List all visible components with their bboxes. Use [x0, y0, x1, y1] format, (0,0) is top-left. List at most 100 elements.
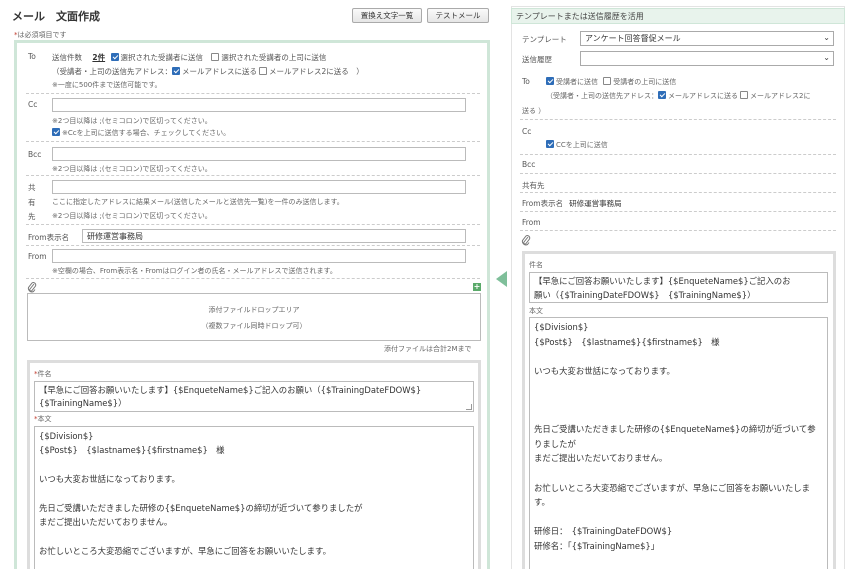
to-note: ※一度に500件まで送信可能です。 — [52, 81, 162, 89]
to-row: 送信件数 2件 選択された受講者に送信 選択された受講者の上司に送信 — [52, 52, 326, 63]
right-to-opt1-checkbox[interactable] — [546, 77, 554, 85]
body-line: お忙しいところ大変恐縮でございますが、早急にご回答をお願いいたします。 — [39, 546, 331, 557]
resize-grip-icon[interactable] — [466, 404, 472, 410]
addr-prefix: （受講者・上司の送信先アドレス： — [52, 67, 172, 76]
subject-label: *件名 — [34, 370, 52, 378]
attachment-limit: 添付ファイルは合計2Mまで — [384, 345, 472, 353]
right-addr1-checkbox[interactable] — [658, 91, 666, 99]
shared-note-1: ここに指定したアドレスに結果メール(送信したメールと送信先一覧)を一件のみ送信し… — [52, 198, 344, 206]
cc-boss-checkbox[interactable] — [52, 128, 60, 136]
right-body-line — [534, 393, 823, 408]
template-select-value: アンケート回答督促メール — [585, 34, 681, 43]
right-to-opt1-label: 受講者に送信 — [556, 78, 598, 86]
right-addr1-label: メールアドレスに送る — [668, 92, 738, 100]
template-select[interactable]: アンケート回答督促メール ⌄ — [580, 31, 834, 46]
divider — [520, 230, 836, 231]
addr2-checkbox[interactable] — [259, 67, 267, 75]
right-body-line: 先日ご受講いただきました研修の{$EnqueteName$}の締切が近づいて参り… — [534, 424, 816, 449]
divider — [26, 175, 480, 176]
shared-input[interactable] — [52, 180, 466, 194]
divider — [520, 192, 836, 193]
right-from-name-label: From表示名 — [522, 199, 564, 208]
divider — [26, 245, 480, 246]
right-cc-checkbox[interactable] — [546, 140, 554, 148]
right-from-name-value: 研修運営事務局 — [569, 199, 622, 208]
right-subject-label: 件名 — [529, 261, 543, 269]
send-count-label: 送信件数 — [52, 53, 82, 62]
chevron-down-icon: ⌄ — [823, 53, 830, 62]
send-boss-label: 選択された受講者の上司に送信 — [221, 53, 327, 62]
shared-label-2: 有 — [28, 198, 36, 207]
right-body-line — [534, 510, 823, 525]
body-line — [39, 458, 469, 472]
right-subject-line-1: 【早急にご回答お願いいたします】{$EnqueteName$}ご記入のお — [534, 276, 791, 286]
addr1-label: メールアドレスに送る — [182, 67, 257, 76]
send-selected-checkbox[interactable] — [110, 53, 119, 61]
right-body-label: 本文 — [529, 307, 543, 315]
divider — [520, 173, 836, 174]
from-note: ※空欄の場合、From表示名・Fromはログイン者の氏名・メールアドレスで送信さ… — [52, 267, 337, 275]
to-addr-row: （受講者・上司の送信先アドレス： メールアドレスに送る メールアドレス2に送る ） — [52, 66, 364, 77]
body-line: {$Division$} — [39, 431, 94, 441]
cc-input[interactable] — [52, 98, 466, 112]
divider — [26, 224, 480, 225]
right-subject-line-2: 願い（{$TrainingDateFDOW$} {$TrainingName$}… — [534, 290, 756, 300]
add-attachment-icon[interactable]: + — [473, 283, 481, 291]
shared-label-1: 共 — [28, 183, 36, 192]
drop-area-subtext: （複数ファイル同時ドロップ可） — [201, 322, 307, 330]
divider — [520, 154, 836, 155]
attachment-drop-area[interactable]: 添付ファイルドロップエリア （複数ファイル同時ドロップ可） — [27, 293, 481, 341]
subject-input[interactable]: 【早急にご回答お願いいたします】{$EnqueteName$}ご記入のお願い（{… — [34, 381, 474, 412]
from-name-input[interactable]: 研修運営事務局 — [82, 229, 466, 243]
right-addr2-checkbox[interactable] — [740, 91, 748, 99]
addr1-checkbox[interactable] — [172, 67, 180, 75]
body-label: *本文 — [34, 415, 52, 423]
right-body-line: まだご提出いただいておりません。 — [534, 453, 668, 464]
send-boss-checkbox[interactable] — [211, 53, 220, 61]
divider — [520, 119, 836, 120]
right-subject-box: 【早急にご回答お願いいたします】{$EnqueteName$}ご記入のお 願い（… — [529, 272, 828, 303]
right-body-line: お忙しいところ大変恐縮でございますが、早急にご回答をお願いいたします。 — [534, 482, 811, 508]
from-input[interactable] — [52, 249, 466, 263]
right-cc-check-label: CCを上司に送信 — [556, 141, 608, 149]
bcc-note: ※2つ目以降は ;(セミコロン)で区切ってください。 — [52, 165, 212, 173]
addr2-label: メールアドレス2に送る ） — [269, 67, 364, 76]
replace-chars-button[interactable]: 置換え文字一覧 — [352, 8, 422, 23]
right-cc-label: Cc — [522, 127, 532, 136]
shared-label-3: 先 — [28, 212, 36, 221]
right-addr-prefix: （受講者・上司の送信先アドレス： — [546, 92, 658, 100]
right-body-line — [534, 408, 823, 423]
body-line — [39, 530, 469, 544]
right-cc-row: CCを上司に送信 — [546, 140, 608, 150]
history-select[interactable]: ⌄ — [580, 51, 834, 66]
body-line: まだご提出いただいておりません。 — [39, 517, 173, 528]
right-to-opt2-checkbox[interactable] — [603, 77, 612, 85]
right-body-line: 研修名：「{$TrainingName$}」 — [534, 540, 660, 551]
cc-check-label: ※Ccを上司に送信する場合、チェックしてください。 — [62, 129, 231, 137]
right-body-line: {$Division$} — [534, 322, 589, 332]
cc-note: ※2つ目以降は ;(セミコロン)で区切ってください。 — [52, 117, 212, 125]
right-addr2-label: メールアドレス2に — [750, 92, 811, 100]
body-line — [39, 487, 469, 501]
right-body-line — [534, 466, 823, 481]
history-label: 送信履歴 — [522, 55, 552, 64]
right-body-line: {$Post$} {$lastname$}{$firstname$} 様 — [534, 336, 720, 347]
right-shared-label: 共有先 — [522, 181, 545, 190]
divider — [26, 93, 480, 94]
apply-template-arrow-icon[interactable] — [496, 271, 507, 287]
right-to-opt2-label: 受講者の上司に送信 — [613, 78, 677, 86]
test-mail-button[interactable]: テストメール — [427, 8, 489, 23]
subject-line-1: 【早急にご回答お願いいたします】{$EnqueteName$}ご記入のお願い（{… — [39, 385, 422, 395]
right-body-line — [534, 349, 823, 364]
bcc-label: Bcc — [28, 150, 42, 159]
divider — [26, 141, 480, 142]
required-note: *は必須項目です — [14, 31, 67, 39]
body-line: いつも大変お世話になっております。 — [39, 474, 180, 485]
chevron-down-icon: ⌄ — [823, 33, 830, 42]
right-paperclip-icon — [521, 234, 531, 248]
body-textarea[interactable]: {$Division$} {$Post$} {$lastname$}{$firs… — [34, 426, 474, 569]
bcc-input[interactable] — [52, 147, 466, 161]
body-line: {$Post$} {$lastname$}{$firstname$} 様 — [39, 445, 225, 456]
right-body-box: {$Division$} {$Post$} {$lastname$}{$firs… — [529, 317, 828, 569]
right-to-addr-row: （受講者・上司の送信先アドレス： メールアドレスに送る メールアドレス2に — [546, 91, 810, 101]
